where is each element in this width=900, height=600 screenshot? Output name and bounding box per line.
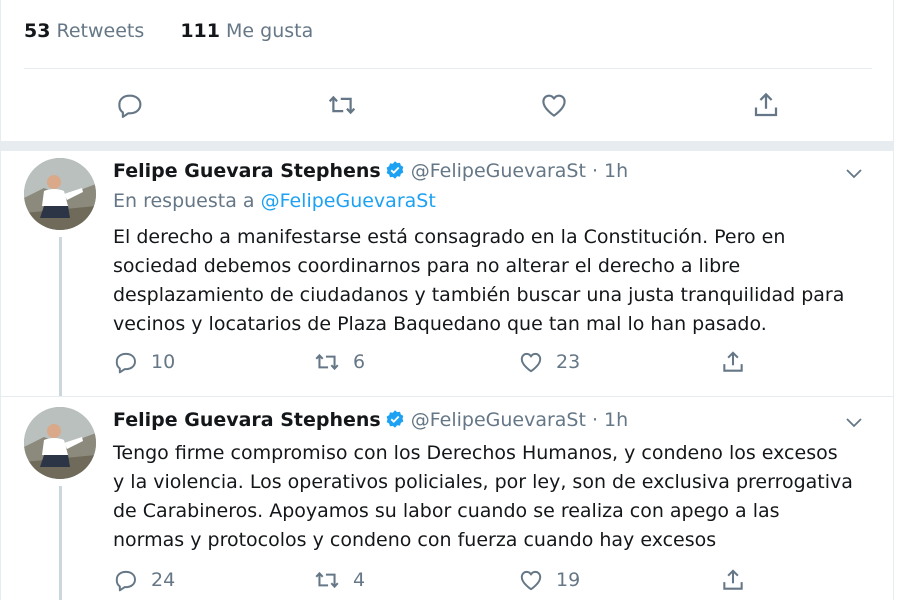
reply-icon: [115, 352, 136, 374]
stats-divider: [24, 68, 872, 69]
thread-line: [59, 237, 62, 396]
likes-count: 111: [180, 20, 220, 42]
avatar[interactable]: [24, 158, 96, 230]
reply-icon: [118, 94, 142, 118]
reply-icon: [115, 570, 136, 592]
chevron-down-icon[interactable]: [844, 412, 864, 432]
retweet-count: 6: [353, 351, 366, 373]
tweet-action-bar: 10 6 23: [113, 349, 753, 377]
tweet-text-line: Tengo firme compromiso con los Derechos …: [113, 442, 838, 464]
retweets-count: 53: [24, 20, 51, 42]
like-icon: [520, 570, 542, 591]
avatar[interactable]: [24, 407, 96, 479]
retweet-icon: [315, 571, 339, 589]
tweet-text-line: El derecho a manifestarse está consagrad…: [113, 226, 786, 248]
retweet-count: 4: [353, 569, 366, 591]
likes-label: Me gusta: [226, 20, 314, 42]
tweet-text-line: vecinos y locatarios de Plaza Baquedano …: [113, 313, 767, 335]
like-count: 19: [556, 569, 581, 591]
share-button[interactable]: [720, 349, 746, 375]
retweets-stat[interactable]: 53 Retweets: [24, 20, 144, 42]
reply-count: 10: [151, 351, 176, 373]
reply-handle-link[interactable]: @FelipeGuevaraSt: [261, 190, 436, 212]
reply-tweet-1[interactable]: Felipe Guevara Stephens @FelipeGuevaraSt …: [0, 151, 894, 396]
reply-prefix: En respuesta a: [113, 190, 255, 212]
tweet-text-line: y la violencia. Los operativos policiale…: [113, 471, 853, 493]
share-button[interactable]: [720, 567, 746, 593]
reply-button[interactable]: [113, 88, 147, 122]
tweet-text: Tengo firme compromiso con los Derechos …: [113, 439, 873, 555]
author-name[interactable]: Felipe Guevara Stephens: [113, 160, 381, 182]
like-button[interactable]: [537, 88, 571, 122]
share-icon: [754, 92, 778, 117]
like-icon: [520, 352, 542, 373]
reply-tweet-2[interactable]: Felipe Guevara Stephens @FelipeGuevaraSt …: [0, 397, 894, 600]
verified-badge-icon: [386, 410, 404, 428]
like-count: 23: [556, 351, 581, 373]
share-icon: [723, 351, 743, 372]
section-separator: [0, 141, 894, 151]
tweet-header: Felipe Guevara Stephens @FelipeGuevaraSt …: [113, 160, 628, 182]
retweet-button[interactable]: [325, 88, 359, 122]
like-button[interactable]: 23: [518, 349, 580, 375]
tweet-text: El derecho a manifestarse está consagrad…: [113, 223, 873, 339]
author-handle[interactable]: @FelipeGuevaraSt · 1h: [411, 409, 628, 431]
like-button[interactable]: 19: [518, 567, 580, 593]
author-name[interactable]: Felipe Guevara Stephens: [113, 409, 381, 431]
retweet-button[interactable]: 6: [313, 349, 365, 375]
tweet-text-line: normas y protocolos y condeno con fuerza…: [113, 529, 717, 551]
like-icon: [542, 94, 566, 117]
reply-count: 24: [151, 569, 176, 591]
reply-button[interactable]: 24: [113, 567, 175, 593]
reply-context: En respuesta a @FelipeGuevaraSt: [113, 190, 436, 212]
tweet-action-bar: 24 4 19: [113, 567, 753, 595]
retweet-button[interactable]: 4: [313, 567, 365, 593]
share-button[interactable]: [749, 88, 783, 122]
tweet-text-line: sociedad debemos coordinarnos para no al…: [113, 255, 741, 277]
retweet-icon: [328, 95, 356, 115]
main-action-bar: [0, 88, 900, 122]
tweet-text-line: desplazamiento de ciudadanos y también b…: [113, 284, 845, 306]
retweet-icon: [315, 353, 339, 371]
retweets-label: Retweets: [56, 20, 145, 42]
thread-line: [59, 486, 62, 600]
tweet-text-line: de Carabineros. Apoyamos su labor cuando…: [113, 500, 780, 522]
verified-badge-icon: [386, 161, 404, 179]
author-handle[interactable]: @FelipeGuevaraSt · 1h: [411, 160, 628, 182]
tweet-header: Felipe Guevara Stephens @FelipeGuevaraSt …: [113, 409, 628, 431]
tweet-stats: 53 Retweets 111 Me gusta: [24, 20, 343, 42]
share-icon: [723, 569, 743, 590]
chevron-down-icon[interactable]: [844, 163, 864, 183]
likes-stat[interactable]: 111 Me gusta: [180, 20, 313, 42]
reply-button[interactable]: 10: [113, 349, 175, 375]
